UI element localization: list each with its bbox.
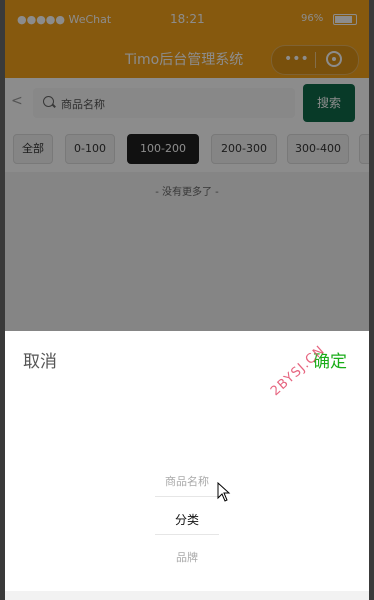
mouse-cursor-icon [217,482,231,502]
phone-screen: ●●●●● WeChat 18:21 96% Timo后台管理系统 ••• < … [5,0,369,600]
picker-option[interactable]: 商品名称 [5,473,369,489]
picker-sheet: 取消 确定 商品名称 分类 品牌 [5,331,369,591]
modal-mask[interactable] [5,0,369,331]
picker-option[interactable]: 品牌 [5,549,369,565]
picker-option-selected[interactable]: 分类 [5,511,369,528]
cancel-button[interactable]: 取消 [23,347,57,372]
picker-indicator-top [155,496,219,497]
picker-indicator-bottom [155,534,219,535]
